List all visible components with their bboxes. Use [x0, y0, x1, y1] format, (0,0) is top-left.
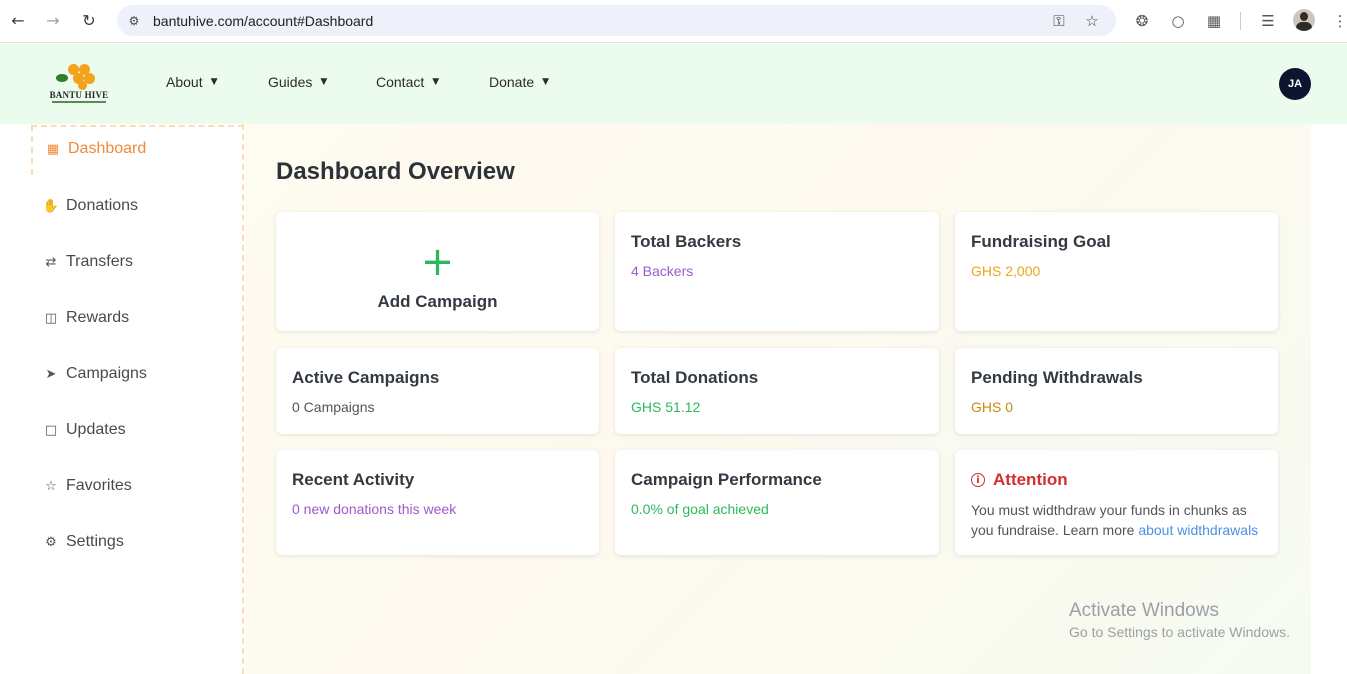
total-donations-card: Total Donations GHS 51.12 — [615, 348, 939, 434]
extension-code-icon[interactable]: ○ — [1167, 10, 1189, 32]
plus-icon: + — [420, 239, 455, 285]
attention-card: i Attention You must widthdraw your fund… — [955, 450, 1278, 555]
browser-toolbar: ← → ↻ ⚙ bantuhive.com/account#Dashboard … — [0, 0, 1347, 43]
caret-down-icon: ▼ — [320, 77, 328, 87]
star-icon: ☆ — [45, 478, 57, 494]
brand-name: BANTU HIVE — [49, 90, 109, 100]
caret-down-icon: ▼ — [542, 77, 550, 87]
card-value: 0 new donations this week — [292, 501, 457, 517]
forward-icon[interactable]: → — [42, 9, 64, 31]
browser-profile-icon[interactable] — [1293, 9, 1315, 31]
caret-down-icon: ▼ — [432, 77, 440, 87]
back-icon[interactable]: ← — [7, 9, 29, 31]
sidebar: ▦ Dashboard ✋ Donations ⇄ Transfers ◫ Re… — [0, 124, 244, 674]
withdrawals-link[interactable]: about widthdrawals — [1138, 522, 1258, 538]
bee-icon — [56, 74, 68, 82]
toolbar-separator — [1240, 12, 1241, 30]
card-title: Fundraising Goal — [971, 232, 1111, 251]
sidebar-item-dashboard[interactable]: ▦ Dashboard — [44, 137, 146, 161]
add-campaign-card[interactable]: + Add Campaign — [276, 212, 599, 331]
media-queue-icon[interactable]: ☰ — [1257, 10, 1279, 32]
bookmark-star-icon[interactable]: ☆ — [1082, 11, 1102, 31]
kebab-menu-icon[interactable]: ⋮ — [1329, 10, 1347, 32]
campaign-performance-card: Campaign Performance 0.0% of goal achiev… — [615, 450, 939, 555]
gear-icon: ⚙ — [45, 534, 57, 550]
warning-icon: i — [971, 473, 985, 487]
page-title: Dashboard Overview — [276, 158, 515, 185]
active-campaigns-card: Active Campaigns 0 Campaigns — [276, 348, 599, 434]
card-title: Active Campaigns — [292, 368, 440, 387]
total-backers-card: Total Backers 4 Backers — [615, 212, 939, 331]
card-title: Campaign Performance — [631, 470, 822, 489]
card-value: 0 Campaigns — [292, 399, 375, 415]
card-value: GHS 51.12 — [631, 399, 701, 415]
card-value: 0.0% of goal achieved — [631, 501, 769, 517]
card-title: Total Backers — [631, 232, 742, 251]
card-value: GHS 0 — [971, 399, 1014, 415]
puzzle-icon[interactable]: ▦ — [1203, 10, 1225, 32]
sidebar-item-transfers[interactable]: ⇄ Transfers — [42, 250, 133, 274]
pending-withdrawals-card: Pending Withdrawals GHS 0 — [955, 348, 1278, 434]
card-title: Total Donations — [631, 368, 759, 387]
rocket-icon: ➤ — [45, 366, 57, 382]
site-header: BANTU HIVE About ▼ Guides ▼ Contact ▼ Donat… — [0, 44, 1347, 124]
sidebar-item-campaigns[interactable]: ➤ Campaigns — [42, 362, 147, 386]
key-icon[interactable]: ⚿ — [1049, 11, 1069, 31]
hand-icon: ✋ — [42, 198, 60, 214]
main-content: Dashboard Overview + Add Campaign Total … — [245, 124, 1311, 674]
caret-down-icon: ▼ — [210, 77, 218, 87]
menu-guides[interactable]: Guides ▼ — [268, 74, 327, 90]
attention-message: You must widthdraw your funds in chunks … — [971, 502, 1259, 538]
menu-donate[interactable]: Donate ▼ — [489, 74, 549, 90]
card-value: GHS 2,000 — [971, 263, 1041, 279]
gift-icon: ◫ — [44, 310, 58, 326]
extension-wheel-icon[interactable]: ❂ — [1131, 10, 1153, 32]
sidebar-item-rewards[interactable]: ◫ Rewards — [42, 306, 129, 330]
bantu-hive-logo[interactable]: BANTU HIVE — [48, 62, 110, 108]
arrows-icon: ⇄ — [45, 254, 57, 270]
reload-icon[interactable]: ↻ — [78, 9, 100, 31]
page-margin — [1311, 124, 1347, 674]
card-title: Recent Activity — [292, 470, 415, 489]
menu-contact[interactable]: Contact ▼ — [376, 74, 439, 90]
menu-about[interactable]: About ▼ — [166, 74, 218, 90]
sidebar-item-updates[interactable]: □ Updates — [42, 418, 126, 442]
sidebar-item-donations[interactable]: ✋ Donations — [42, 194, 138, 218]
attention-title: i Attention — [971, 470, 1068, 490]
address-bar[interactable]: ⚙ bantuhive.com/account#Dashboard ⚿ ☆ — [117, 5, 1116, 36]
url-text[interactable]: bantuhive.com/account#Dashboard — [153, 13, 373, 29]
user-avatar[interactable]: JA — [1279, 68, 1311, 100]
recent-activity-card: Recent Activity 0 new donations this wee… — [276, 450, 599, 555]
card-title: Pending Withdrawals — [971, 368, 1143, 387]
card-value: 4 Backers — [631, 263, 694, 279]
fundraising-goal-card: Fundraising Goal GHS 2,000 — [955, 212, 1278, 331]
sidebar-item-settings[interactable]: ⚙ Settings — [42, 530, 124, 554]
chat-icon: □ — [44, 422, 58, 438]
add-campaign-label: Add Campaign — [377, 292, 498, 311]
site-info-icon[interactable]: ⚙ — [125, 12, 143, 30]
grid-icon: ▦ — [46, 141, 60, 157]
windows-activation-watermark: Activate Windows Go to Settings to activ… — [1069, 600, 1290, 640]
sidebar-item-favorites[interactable]: ☆ Favorites — [42, 474, 132, 498]
